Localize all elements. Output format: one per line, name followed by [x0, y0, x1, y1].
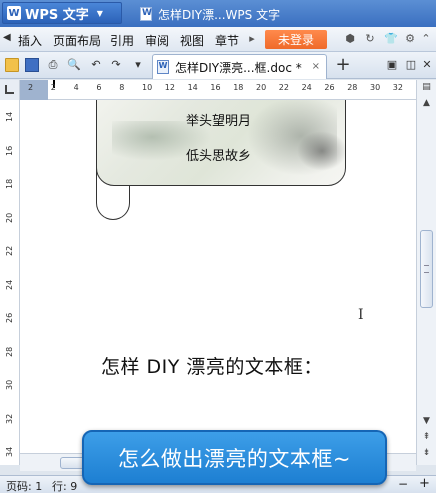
settings-icon[interactable]: ⚙	[404, 33, 416, 45]
vruler-tick-label: 34	[5, 446, 14, 457]
vruler-tick-label: 28	[5, 346, 14, 357]
skin-icon[interactable]: 👕	[384, 33, 398, 45]
ruler-tick-label: 2	[28, 83, 34, 92]
document-heading: 怎样 DIY 漂亮的文本框：	[101, 356, 323, 378]
ruler-tick-label: 20	[256, 83, 267, 92]
menu-view[interactable]: 视图	[180, 32, 204, 49]
restore-icon[interactable]: ◫	[404, 58, 418, 72]
page-down-icon[interactable]: ⇟	[419, 446, 434, 460]
app-name: WPS 文字	[25, 7, 89, 23]
vruler-tick-label: 18	[5, 178, 14, 189]
ruler-tick-label: 12	[164, 83, 175, 92]
ruler-tick-label: 24	[301, 83, 312, 92]
save-icon[interactable]	[25, 58, 39, 72]
ruler-tick-label: 28	[347, 83, 358, 92]
page-up-icon[interactable]: ⇞	[419, 430, 434, 444]
scroll-up-icon[interactable]: ▲	[419, 96, 434, 110]
vertical-scrollbar[interactable]: ▤ ▲ ▼ ⇞ ⇟	[416, 80, 436, 465]
title-bar: W WPS 文字 ▼ 怎样DIY漂...WPS 文字	[0, 0, 436, 27]
window-title-text: 怎样DIY漂...WPS 文字	[158, 7, 281, 22]
refresh-icon[interactable]: ↻	[364, 33, 376, 45]
folder-open-icon[interactable]	[5, 58, 19, 72]
poem-line-1: 举头望明月	[186, 114, 252, 129]
ruler-tick-label: 30	[370, 83, 381, 92]
ruler-corner[interactable]	[0, 80, 20, 100]
vruler-tick-label: 22	[5, 245, 14, 256]
vruler-tick-label: 24	[5, 279, 14, 290]
document-tab[interactable]: W 怎样DIY漂亮...框.doc * ×	[152, 54, 327, 79]
horizontal-ruler[interactable]: 2 2 4 6 8 10 12 14 16 18 20 22 24 26 28 30 32	[20, 80, 436, 100]
caption-banner: 怎么做出漂亮的文本框~	[82, 430, 387, 485]
ruler-tick-label: 2	[50, 83, 56, 92]
close-icon[interactable]: ×	[312, 61, 320, 72]
ruler-tick-label: 4	[73, 83, 79, 92]
ruler-margin	[20, 80, 48, 100]
ink-wash-3	[297, 131, 345, 171]
ruler-tick-label: 10	[142, 83, 153, 92]
vruler-tick-label: 26	[5, 312, 14, 323]
tab-list-icon[interactable]: ▣	[385, 58, 399, 72]
poem-line-2: 低头思故乡	[186, 149, 252, 164]
menu-review[interactable]: 审阅	[145, 32, 169, 49]
doc-icon	[140, 7, 152, 21]
vruler-tick-label: 32	[5, 413, 14, 424]
status-page: 页码: 1	[6, 480, 43, 493]
ruler-tick-label: 32	[392, 83, 403, 92]
toolbar-dropdown-icon[interactable]: ▾	[131, 58, 145, 72]
vruler-tick-label: 20	[5, 212, 14, 223]
ruler-tick-label: 6	[96, 83, 102, 92]
vruler-tick-label: 14	[5, 111, 14, 122]
ruler-tick-label: 26	[324, 83, 335, 92]
ruler-tick-label: 16	[210, 83, 221, 92]
print-icon[interactable]: ⎙	[46, 58, 60, 72]
dropdown-arrow-icon: ▼	[96, 8, 103, 18]
undo-icon[interactable]: ↶	[89, 58, 103, 72]
window-title: 怎样DIY漂...WPS 文字	[140, 4, 280, 24]
app-menu-button[interactable]: W WPS 文字 ▼	[2, 2, 122, 24]
status-line: 行: 9	[52, 480, 78, 493]
vruler-tick-label: 30	[5, 379, 14, 390]
new-tab-button[interactable]: +	[335, 56, 351, 74]
ruler-tick-label: 8	[119, 83, 125, 92]
menu-page-layout[interactable]: 页面布局	[53, 32, 101, 49]
menu-more-icon[interactable]: ▸	[246, 33, 258, 45]
menu-chapter[interactable]: 章节	[215, 32, 239, 49]
vruler-tick-label: 16	[5, 145, 14, 156]
login-button[interactable]: 未登录	[265, 30, 327, 49]
redo-icon[interactable]: ↷	[109, 58, 123, 72]
menu-bar: ◀ 插入 页面布局 引用 审阅 视图 章节 ▸ 未登录 ⬢ ↻ 👕 ⚙ ⌃	[0, 27, 436, 52]
scroll-down-icon[interactable]: ▼	[419, 414, 434, 428]
text-cursor-icon: I	[358, 307, 364, 323]
preview-icon[interactable]: 🔍	[67, 58, 81, 72]
menu-references[interactable]: 引用	[110, 32, 134, 49]
tab-label: 怎样DIY漂亮...框.doc *	[175, 60, 302, 75]
menu-insert[interactable]: 插入	[18, 32, 42, 49]
page-prev-icon[interactable]: ▤	[419, 80, 434, 94]
zoom-out-icon[interactable]: −	[398, 477, 408, 491]
document-page[interactable]: 举头望明月 低头思故乡 I 怎样 DIY 漂亮的文本框：	[20, 100, 416, 465]
quick-toolbar: ⎙ 🔍 ↶ ↷ ▾ W 怎样DIY漂亮...框.doc * × + ▣ ◫ ✕	[0, 52, 436, 79]
scrollbar-thumb[interactable]	[420, 230, 433, 308]
ruler-tick-label: 14	[187, 83, 198, 92]
ruler-tick-label: 22	[278, 83, 289, 92]
app-logo-icon: W	[7, 6, 21, 20]
help-icon[interactable]: ⬢	[344, 33, 356, 45]
close-doc-icon[interactable]: ✕	[420, 58, 434, 72]
vertical-ruler: 14 16 18 20 22 24 26 28 30 32 34	[0, 100, 20, 465]
tab-doc-icon: W	[157, 60, 169, 74]
menu-scroll-left-icon[interactable]: ◀	[3, 32, 11, 43]
zoom-in-icon[interactable]: +	[419, 476, 430, 491]
collapse-icon[interactable]: ⌃	[420, 33, 432, 45]
ruler-tick-label: 18	[233, 83, 244, 92]
